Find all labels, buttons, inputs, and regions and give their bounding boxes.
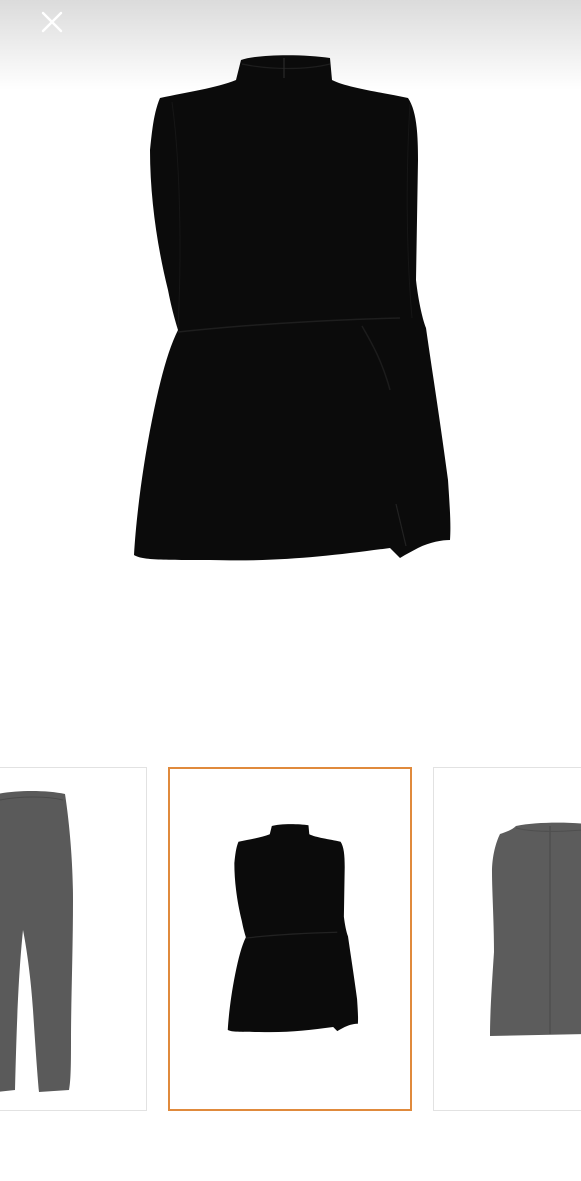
image-viewer: [0, 0, 581, 1181]
thumbnail-3[interactable]: [433, 767, 581, 1111]
garment-top-front: [134, 55, 451, 561]
thumbnail-1[interactable]: [0, 767, 147, 1111]
main-product-image[interactable]: [120, 50, 460, 570]
thumbnail-image-black-top: [227, 824, 359, 1033]
thumbnail-image-trousers: [0, 791, 73, 1092]
close-icon: [41, 11, 63, 33]
thumbnail-strip: [0, 767, 581, 1113]
thumbnail-2[interactable]: [168, 767, 412, 1111]
close-button[interactable]: [28, 6, 76, 38]
thumbnail-image-grey-top-back: [490, 822, 581, 1036]
